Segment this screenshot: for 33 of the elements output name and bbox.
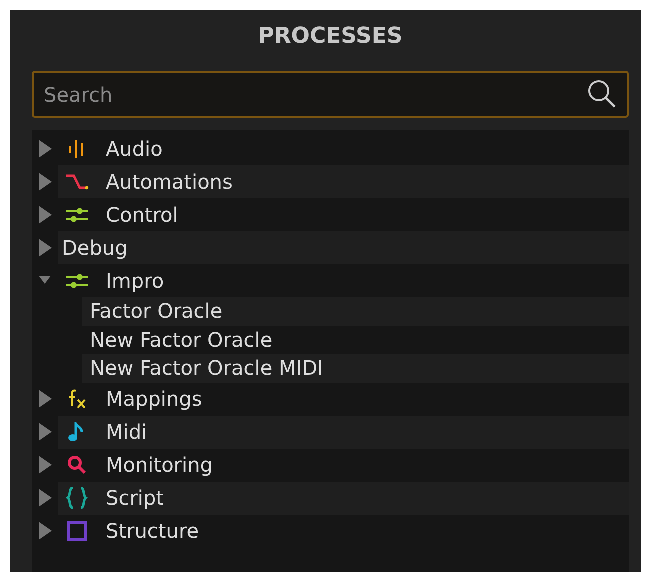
search-field[interactable]: Search	[32, 71, 629, 118]
tree-item[interactable]: Script	[96, 486, 164, 510]
magnifier-icon	[67, 455, 87, 475]
expand-arrow-icon[interactable]	[38, 390, 52, 408]
search-icon[interactable]	[587, 79, 617, 109]
braces-icon	[66, 487, 88, 509]
tree-item[interactable]: Midi	[96, 420, 148, 444]
sliders-icon	[66, 272, 88, 288]
expand-arrow-icon[interactable]	[38, 238, 52, 256]
expand-arrow-icon[interactable]	[38, 423, 52, 441]
expand-arrow-icon[interactable]	[38, 522, 52, 540]
square-icon	[67, 521, 87, 541]
tree-item[interactable]: Mappings	[96, 387, 202, 411]
tree-item[interactable]: Debug	[58, 236, 128, 260]
expand-arrow-icon[interactable]	[38, 489, 52, 507]
expand-arrow-icon[interactable]	[38, 140, 52, 158]
panel-title: PROCESSES	[258, 24, 403, 49]
collapse-arrow-icon[interactable]	[39, 276, 51, 285]
function-icon	[67, 389, 87, 409]
music-note-icon	[68, 422, 86, 442]
sliders-icon	[66, 206, 88, 222]
expand-arrow-icon[interactable]	[38, 206, 52, 224]
expand-arrow-icon[interactable]	[38, 172, 52, 190]
tree-item[interactable]: New Factor Oracle	[82, 328, 273, 352]
tree-item[interactable]: Impro	[96, 268, 164, 292]
tree-item[interactable]: Automations	[96, 170, 233, 194]
curve-icon	[65, 174, 89, 190]
tree-item[interactable]: Audio	[96, 136, 163, 160]
tree-item[interactable]: Monitoring	[96, 453, 213, 477]
tree-item[interactable]: Control	[96, 202, 178, 226]
tree-item[interactable]: Structure	[96, 519, 200, 543]
expand-arrow-icon[interactable]	[38, 456, 52, 474]
audio-bars-icon	[69, 140, 85, 158]
